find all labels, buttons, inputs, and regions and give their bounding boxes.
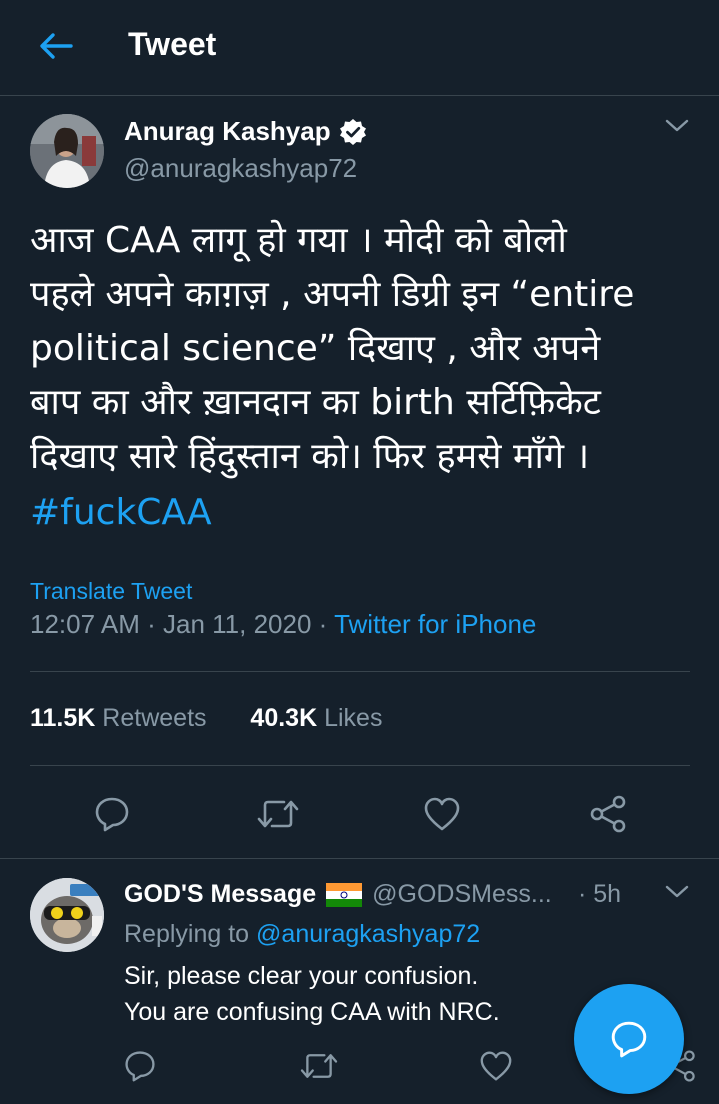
- replying-to: Replying to @anuragkashyap72: [124, 920, 480, 949]
- tweet-time: 12:07 AM: [30, 609, 140, 639]
- reply-like-button[interactable]: [476, 1046, 516, 1086]
- tweet-date: Jan 11, 2020: [162, 609, 312, 639]
- author-avatar[interactable]: [30, 114, 104, 188]
- tweet-text: आज CAA लागू हो गया । मोदी को बोलो पहले अ…: [30, 220, 635, 477]
- reply-author-handle: @GODSMess...: [372, 880, 552, 908]
- reply-text-line: Sir, please clear your confusion.: [124, 962, 479, 990]
- reply-reply-button[interactable]: [120, 1046, 160, 1086]
- likes-count: 40.3K: [250, 704, 318, 732]
- author-name[interactable]: Anurag Kashyap: [124, 116, 367, 147]
- back-button[interactable]: [34, 26, 78, 66]
- verified-badge-icon: [339, 118, 366, 145]
- reply-author-name: GOD'S Message: [124, 880, 317, 908]
- author-name-text: Anurag Kashyap: [124, 116, 331, 146]
- likes-label: Likes: [324, 704, 383, 732]
- like-button[interactable]: [420, 792, 464, 836]
- page-title: Tweet: [128, 26, 217, 62]
- retweet-button[interactable]: [254, 792, 302, 836]
- reply-icon: [125, 1051, 155, 1082]
- replying-to-mention[interactable]: @anuragkashyap72: [256, 920, 480, 948]
- reply-retweet-button[interactable]: [298, 1046, 340, 1086]
- compose-reply-button[interactable]: [574, 984, 684, 1094]
- retweets-label: Retweets: [102, 704, 207, 732]
- retweets-stat[interactable]: 11.5K Retweets: [30, 704, 207, 732]
- divider: [0, 858, 719, 859]
- reply-button[interactable]: [90, 792, 134, 836]
- arrow-left-icon: [40, 33, 73, 59]
- translate-tweet-link[interactable]: Translate Tweet: [30, 578, 192, 605]
- replying-to-label: Replying to: [124, 920, 250, 948]
- chevron-down-icon: [665, 885, 689, 898]
- tweet-menu-button[interactable]: [664, 118, 690, 139]
- reply-author[interactable]: GOD'S Message @GODSMess...: [124, 880, 552, 909]
- like-icon: [480, 1051, 512, 1081]
- retweets-count: 11.5K: [30, 704, 96, 732]
- india-flag-icon: [326, 882, 363, 907]
- retweet-icon: [300, 1054, 338, 1078]
- reply-author-avatar[interactable]: [30, 878, 104, 952]
- engagement-stats: 11.5K Retweets 40.3K Likes: [30, 704, 382, 733]
- share-button[interactable]: [586, 792, 630, 836]
- tweet-source-link[interactable]: Twitter for iPhone: [334, 609, 536, 639]
- reply-text: Sir, please clear your confusion. You ar…: [124, 958, 500, 1030]
- reply-menu-button[interactable]: [664, 884, 690, 905]
- reply-time[interactable]: · 5h: [578, 880, 621, 909]
- share-icon: [590, 795, 626, 833]
- retweet-icon: [257, 800, 299, 828]
- author-handle[interactable]: @anuragkashyap72: [124, 153, 357, 184]
- reply-text-line: You are confusing CAA with NRC.: [124, 998, 500, 1026]
- compose-reply-icon: [611, 1021, 647, 1058]
- hashtag-link[interactable]: #fuckCAA: [30, 486, 212, 540]
- reply-icon: [95, 797, 129, 832]
- like-icon: [424, 797, 460, 831]
- divider: [30, 765, 690, 766]
- chevron-down-icon: [665, 119, 689, 132]
- likes-stat[interactable]: 40.3K Likes: [250, 704, 382, 732]
- divider: [30, 671, 690, 672]
- top-bar: Tweet: [0, 0, 719, 96]
- tweet-meta: 12:07 AM · Jan 11, 2020 · Twitter for iP…: [30, 609, 537, 639]
